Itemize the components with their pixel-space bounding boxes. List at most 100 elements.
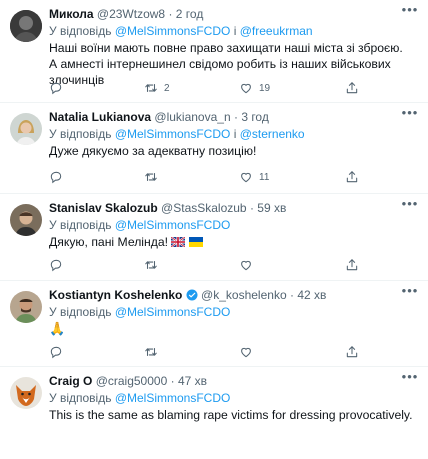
reply-prefix: У відповідь — [49, 305, 112, 319]
tweet[interactable]: Stanislav Skalozub @StasSkalozub · 59 хв… — [0, 194, 428, 281]
timestamp[interactable]: 42 хв — [297, 288, 326, 302]
author-handle[interactable]: @23Wtzow8 — [97, 7, 165, 21]
share-button[interactable] — [345, 169, 359, 185]
retweet-button[interactable] — [144, 257, 158, 273]
mention-link[interactable]: @MelSimmonsFCDO — [115, 391, 231, 405]
reply-prefix: У відповідь — [49, 24, 112, 38]
timestamp[interactable]: 2 год — [176, 7, 204, 21]
retweet-button[interactable]: 2 — [144, 80, 170, 96]
verified-badge-icon — [186, 289, 198, 301]
timestamp[interactable]: 3 год — [241, 110, 269, 124]
author-name[interactable]: Natalia Lukianova — [49, 110, 151, 124]
tweet-text: Дякую, пані Мелінда! — [49, 234, 414, 250]
avatar[interactable] — [10, 10, 42, 42]
avatar[interactable] — [10, 377, 42, 409]
action-bar: 2 19 — [49, 80, 379, 96]
share-button[interactable] — [345, 344, 359, 360]
mention-link[interactable]: @MelSimmonsFCDO — [115, 127, 231, 141]
action-bar — [49, 257, 379, 273]
tweet-header: Микола @23Wtzow8 · 2 год — [49, 7, 414, 22]
share-button[interactable] — [345, 80, 359, 96]
timestamp[interactable]: 59 хв — [257, 201, 286, 215]
separator-dot: · — [233, 110, 238, 124]
author-name[interactable]: Kostiantyn Koshelenko — [49, 288, 182, 302]
separator-dot: · — [170, 374, 175, 388]
like-icon — [239, 170, 253, 184]
author-handle[interactable]: @StasSkalozub — [161, 201, 247, 215]
tweet-text: 🙏 — [49, 321, 66, 336]
reply-prefix: У відповідь — [49, 127, 112, 141]
separator-dot: · — [289, 288, 294, 302]
more-options-icon[interactable]: ••• — [400, 106, 420, 121]
like-button[interactable] — [239, 344, 253, 360]
like-icon — [239, 258, 253, 272]
tweet[interactable]: Kostiantyn Koshelenko @k_koshelenko · 42… — [0, 281, 428, 367]
more-options-icon[interactable]: ••• — [400, 3, 420, 18]
separator-dot: · — [249, 201, 254, 215]
uk-flag-icon — [171, 237, 186, 247]
mention-link[interactable]: @MelSimmonsFCDO — [115, 24, 231, 38]
author-handle[interactable]: @lukianova_n — [154, 110, 230, 124]
reply-icon — [49, 170, 63, 184]
mention-link[interactable]: @freeukrman — [240, 24, 313, 38]
reply-icon — [49, 345, 63, 359]
reply-context: У відповідь @MelSimmonsFCDO — [49, 218, 414, 233]
reply-context: У відповідь @MelSimmonsFCDO і @sternenko — [49, 127, 414, 142]
retweet-icon — [144, 81, 158, 95]
avatar[interactable] — [10, 113, 42, 145]
mention-link[interactable]: @MelSimmonsFCDO — [115, 218, 231, 232]
tweet-text: Дуже дякуємо за адекватну позицію! — [49, 144, 257, 158]
tweet-header: Craig O @craig50000 · 47 хв — [49, 374, 414, 389]
author-handle[interactable]: @k_koshelenko — [201, 288, 287, 302]
retweet-icon — [144, 258, 158, 272]
timestamp[interactable]: 47 хв — [178, 374, 207, 388]
mention-link[interactable]: @sternenko — [240, 127, 305, 141]
tweet[interactable]: Natalia Lukianova @lukianova_n · 3 год У… — [0, 103, 428, 194]
reply-button[interactable] — [49, 169, 63, 185]
reply-context: У відповідь @MelSimmonsFCDO — [49, 305, 414, 320]
tweet-header: Natalia Lukianova @lukianova_n · 3 год — [49, 110, 414, 125]
reply-icon — [49, 81, 63, 95]
author-handle[interactable]: @craig50000 — [96, 374, 168, 388]
author-name[interactable]: Stanislav Skalozub — [49, 201, 158, 215]
reply-separator: і — [233, 24, 237, 38]
avatar[interactable] — [10, 291, 42, 323]
action-bar: 11 — [49, 169, 379, 185]
reply-prefix: У відповідь — [49, 218, 112, 232]
tweet[interactable]: Микола @23Wtzow8 · 2 год У відповідь @Me… — [0, 0, 428, 103]
retweet-button[interactable] — [144, 344, 158, 360]
retweet-count: 2 — [164, 82, 170, 94]
like-icon — [239, 345, 253, 359]
avatar[interactable] — [10, 204, 42, 236]
tweet[interactable]: Craig O @craig50000 · 47 хв У відповідь … — [0, 367, 428, 459]
ukraine-flag-icon — [188, 237, 203, 247]
like-icon — [239, 81, 253, 95]
share-icon — [345, 345, 359, 359]
action-bar — [49, 344, 379, 360]
mention-link[interactable]: @MelSimmonsFCDO — [115, 305, 231, 319]
more-options-icon[interactable]: ••• — [400, 370, 420, 385]
like-button[interactable] — [239, 257, 253, 273]
reply-button[interactable] — [49, 80, 63, 96]
reply-separator: і — [233, 127, 237, 141]
author-name[interactable]: Craig O — [49, 374, 92, 388]
more-options-icon[interactable]: ••• — [400, 197, 420, 212]
tweet-header: Stanislav Skalozub @StasSkalozub · 59 хв — [49, 201, 414, 216]
retweet-icon — [144, 345, 158, 359]
like-count: 19 — [259, 82, 271, 94]
reply-context: У відповідь @MelSimmonsFCDO і @freeukrma… — [49, 24, 414, 39]
like-button[interactable]: 19 — [239, 80, 270, 96]
like-count: 11 — [259, 171, 270, 183]
share-button[interactable] — [345, 257, 359, 273]
retweet-button[interactable] — [144, 169, 164, 185]
reply-button[interactable] — [49, 257, 63, 273]
reply-icon — [49, 258, 63, 272]
tweet-text-body: Дякую, пані Мелінда! — [49, 235, 169, 249]
author-name[interactable]: Микола — [49, 7, 94, 21]
separator-dot: · — [168, 7, 173, 21]
like-button[interactable]: 11 — [239, 169, 269, 185]
tweet-header: Kostiantyn Koshelenko @k_koshelenko · 42… — [49, 288, 414, 303]
more-options-icon[interactable]: ••• — [400, 284, 420, 299]
reply-button[interactable] — [49, 344, 63, 360]
tweet-text: This is the same as blaming rape victims… — [49, 408, 413, 422]
